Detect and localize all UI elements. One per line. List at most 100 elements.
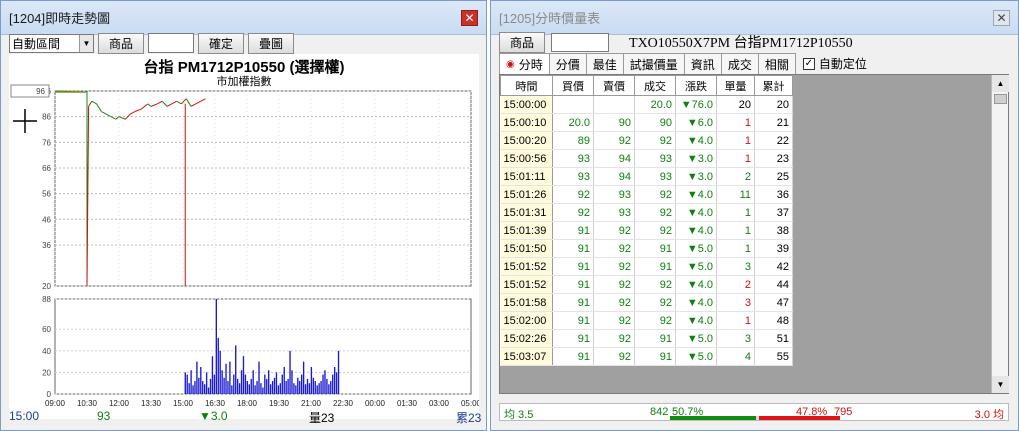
volume-tick-label: 88 [42,295,51,304]
close-icon[interactable]: ✕ [461,9,478,26]
volume-bar [186,374,188,394]
table-cell: 1 [716,131,755,150]
vertical-scrollbar[interactable]: ▲ ▼ [991,75,1009,393]
range-select[interactable]: 自動區間 ▼ [9,33,94,53]
table-cell: 93 [634,167,676,186]
table-row[interactable]: 15:01:11 93 94 93 ▼3.0 2 25 [500,167,793,186]
check-icon[interactable]: ✓ [802,57,815,70]
auto-locate-label: 自動定位 [818,57,867,71]
status-change: ▼3.0 [199,409,228,423]
table-cell: 92 [634,311,676,330]
table-row[interactable]: 15:03:07 91 92 91 ▼5.0 4 55 [500,347,793,366]
product-input[interactable] [148,33,195,53]
intraday-chart-window: [1204]即時走勢圖 ✕ 自動區間 ▼ 商品 確定 疊圖 台指 PM1712P… [0,0,487,431]
column-header[interactable]: 漲跌 [675,75,717,96]
scroll-up-icon[interactable]: ▲ [992,75,1009,92]
tab-5[interactable]: 成交 [720,53,759,74]
y-tick-label: 86 [42,113,51,122]
tab-3[interactable]: 試撮價量 [622,53,685,74]
column-header[interactable]: 買價 [552,75,594,96]
table-row[interactable]: 15:00:56 93 94 93 ▼3.0 1 23 [500,149,793,168]
table-cell: 55 [754,347,793,366]
table-row[interactable]: 15:02:00 91 92 92 ▼4.0 1 48 [500,311,793,330]
y-tick-label: 46 [42,215,51,224]
table-cell: 92 [634,293,676,312]
overlay-button[interactable]: 疊圖 [248,32,295,54]
symbol-title: TXO10550X7PM 台指PM1712P10550 [629,36,853,51]
tick-table: 時間 買價 賣價 成交 漲跌 單量 累計 15:00:00 20.0 ▼76.0 20 20 15:00… [500,75,793,366]
table-cell: 92 [593,329,635,348]
auto-locate-toggle[interactable]: ✓ 自動定位 [795,53,867,74]
price-plot-frame [54,90,472,287]
chart-area[interactable]: 台指 PM1712P10550 (選擇權) 市加權指數 20 36 46 56 66 76… [9,54,479,419]
tab-bar: ◉ 分時 分價 最佳 試撮價量 資訊 成交 相關 ✓ 自動定位 [499,53,867,74]
volume-bar [277,385,280,394]
product-button[interactable]: 商品 [98,32,145,54]
confirm-button[interactable]: 確定 [198,32,245,54]
table-cell: 15:01:11 [500,167,553,186]
table-row[interactable]: 15:00:10 20.0 90 90 ▼6.0 1 21 [500,113,793,132]
table-row[interactable]: 15:02:26 91 92 91 ▼5.0 3 51 [500,329,793,348]
tab-1[interactable]: 分價 [548,53,587,74]
volume-bar [306,378,309,394]
tick-grid[interactable]: 時間 買價 賣價 成交 漲跌 單量 累計 15:00:00 20.0 ▼76.0 20 20 15:00… [499,74,1009,394]
table-cell: ▼4.0 [675,131,717,150]
scroll-thumb[interactable] [994,94,1007,104]
column-header[interactable]: 成交 [634,75,676,96]
column-header[interactable]: 時間 [500,75,553,96]
table-cell: 1 [716,149,755,168]
table-cell: 92 [593,347,635,366]
buy-count: 842 [650,406,669,418]
table-cell: 42 [754,257,793,276]
tab-0[interactable]: ◉ 分時 [499,53,550,74]
column-header[interactable]: 單量 [716,75,755,96]
sell-count: 795 [834,406,853,418]
table-cell: 15:00:00 [500,95,553,114]
scroll-down-icon[interactable]: ▼ [992,376,1009,393]
close-icon[interactable]: ✕ [993,9,1010,26]
product-button[interactable]: 商品 [499,31,546,53]
table-cell: ▼76.0 [675,95,717,114]
table-row[interactable]: 15:01:58 91 92 92 ▼4.0 3 47 [500,293,793,312]
volume-bar [264,374,266,394]
table-row[interactable]: 15:00:00 20.0 ▼76.0 20 20 [500,95,793,114]
tab-label: 相關 [764,57,789,72]
volume-bar [283,367,285,394]
table-cell: 93 [634,149,676,168]
column-header[interactable]: 累計 [754,75,793,96]
chevron-down-icon[interactable]: ▼ [79,34,93,52]
table-row[interactable]: 15:00:20 89 92 92 ▼4.0 1 22 [500,131,793,150]
tab-4[interactable]: 資訊 [683,53,722,74]
volume-bar [308,383,311,394]
volume-bar [326,378,328,394]
table-row[interactable]: 15:01:50 91 92 91 ▼5.0 1 39 [500,239,793,258]
volume-bar [256,381,258,394]
volume-bar [322,374,324,394]
x-tick-label: 10:30 [77,399,98,408]
summary-bar: 均 3.5 842 50.7% 47.8% 795 3.0 均 [499,403,1009,421]
table-row[interactable]: 15:01:31 92 93 92 ▼4.0 1 37 [500,203,793,222]
table-row[interactable]: 15:01:52 91 92 91 ▼5.0 3 42 [500,257,793,276]
table-row[interactable]: 15:01:26 92 93 92 ▼4.0 11 36 [500,185,793,204]
volume-bar [213,374,216,394]
table-cell: 15:01:52 [500,275,553,294]
column-header[interactable]: 賣價 [593,75,635,96]
tab-6[interactable]: 相關 [757,53,796,74]
table-cell: 15:03:07 [500,347,553,366]
volume-bar [240,370,243,394]
x-tick-label: 21:00 [301,399,322,408]
table-cell: 1 [716,113,755,132]
table-header-row: 時間 買價 賣價 成交 漲跌 單量 累計 [500,75,793,96]
volume-bar [238,383,241,394]
volume-tick-label: 40 [42,347,51,356]
x-tick-label: 15:00 [173,399,194,408]
table-cell: 20 [716,95,755,114]
table-row[interactable]: 15:01:39 91 92 92 ▼4.0 1 38 [500,221,793,240]
price-volume-chart[interactable]: 20364656667686969609:0010:3012:0013:3015… [9,54,479,419]
table-cell: 91 [552,257,594,276]
symbol-input[interactable] [551,32,610,52]
volume-bar [227,381,229,394]
tab-2[interactable]: 最佳 [585,53,624,74]
table-row[interactable]: 15:01:52 91 92 92 ▼4.0 2 44 [500,275,793,294]
volume-bar [207,387,210,394]
